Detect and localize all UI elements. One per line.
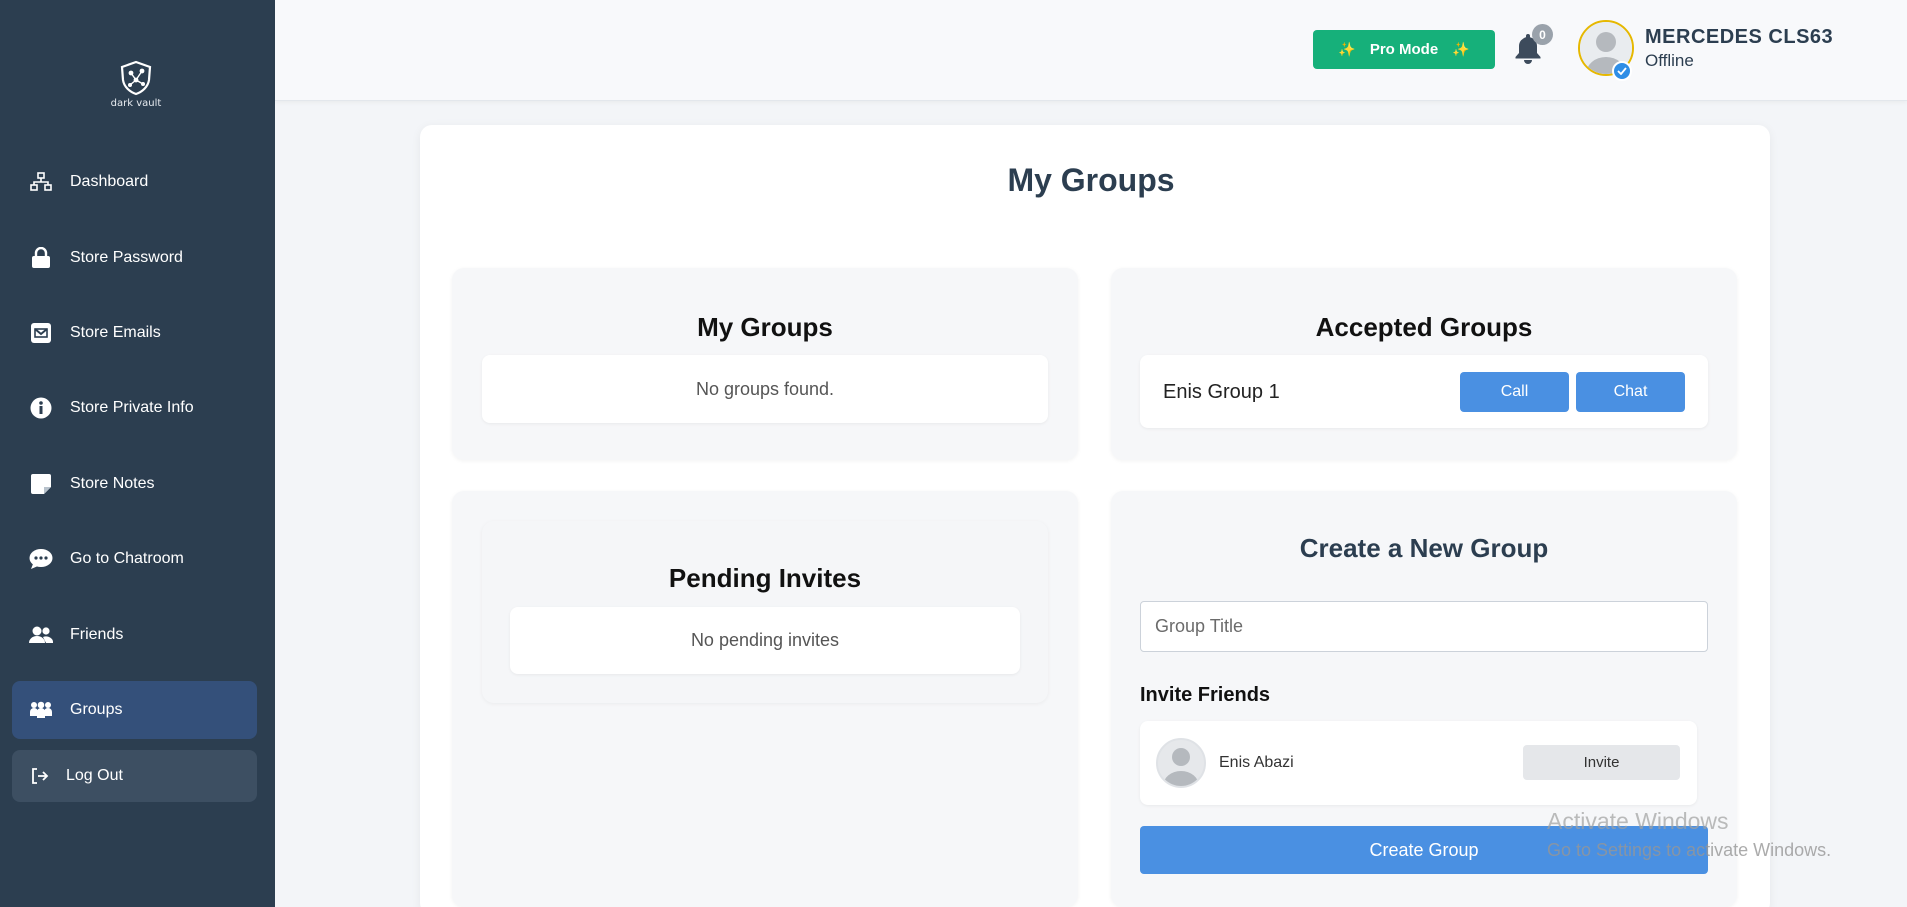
sidebar-item-go-to-chatroom[interactable]: Go to Chatroom [12,530,257,588]
sidebar-item-label: Friends [70,626,124,643]
page-title: My Groups [1007,162,1175,198]
pending-invites-box: Pending Invites No pending invites [482,521,1048,703]
sidebar-item-store-notes[interactable]: Store Notes [12,455,257,513]
info-circle-icon [29,396,53,420]
sidebar-item-label: Store Password [70,249,183,266]
sidebar-item-label: Store Private Info [70,399,194,416]
sidebar-item-groups[interactable]: Groups [12,681,257,739]
sidebar-item-label: Dashboard [70,173,149,190]
sidebar-item-label: Store Emails [70,324,161,341]
sidebar-item-label: Groups [70,701,123,718]
notification-count-badge: 0 [1532,24,1553,45]
activate-windows-watermark-title: Activate Windows [1547,808,1729,834]
logout-button[interactable]: Log Out [12,750,257,802]
accepted-groups-heading: Accepted Groups [1315,312,1533,342]
sitemap-icon [29,170,53,194]
groups-icon [29,698,53,722]
pending-invites-heading: Pending Invites [668,563,862,593]
brand-logo[interactable]: dark vault [104,60,168,109]
sidebar-item-dashboard[interactable]: Dashboard [12,153,257,211]
brand-name: dark vault [110,98,162,109]
pro-mode-button[interactable]: ✨ Pro Mode ✨ [1313,30,1495,69]
sidebar-item-store-private-info[interactable]: Store Private Info [12,379,257,437]
sign-out-icon [28,764,52,788]
chat-bubble-icon [29,547,53,571]
logout-label: Log Out [66,767,123,784]
pending-invites-empty-text: No pending invites [690,630,840,650]
verified-check-icon [1612,61,1632,81]
pro-mode-label: Pro Mode [1369,41,1439,58]
users-icon [29,623,53,647]
activate-windows-watermark-subtitle: Go to Settings to activate Windows. [1547,840,1832,860]
accepted-groups-panel: Accepted Groups Enis Group 1 Call Chat [1111,268,1737,460]
my-groups-list: No groups found. [482,355,1048,423]
friend-avatar [1156,738,1206,788]
sidebar-item-store-password[interactable]: Store Password [12,229,257,287]
chat-button[interactable]: Chat [1576,372,1685,412]
vault-shield-icon [120,60,152,96]
sparkle-icon: ✨ [1452,41,1470,57]
accepted-group-row: Enis Group 1 Call Chat [1140,355,1708,428]
my-groups-empty-text: No groups found. [695,378,835,399]
invite-friends-label: Invite Friends [1140,684,1271,706]
friend-name: Enis Abazi [1219,754,1294,771]
create-group-heading: Create a New Group [1299,533,1549,563]
sidebar: dark vault Dashboard Store Password Stor… [0,0,275,907]
friend-invite-row: Enis Abazi Invite [1140,721,1697,805]
envelope-icon [29,321,53,345]
sparkle-icon: ✨ [1338,41,1356,57]
sidebar-item-label: Store Notes [70,475,155,492]
pending-invites-panel: Pending Invites No pending invites [452,491,1078,907]
my-groups-panel: My Groups No groups found. [452,268,1078,460]
sticky-note-icon [29,472,53,496]
my-groups-heading: My Groups [697,312,833,342]
group-title-input[interactable] [1140,601,1708,652]
sidebar-item-store-emails[interactable]: Store Emails [12,304,257,362]
invite-button[interactable]: Invite [1523,745,1680,780]
user-name: MERCEDES CLS63 [1645,26,1834,48]
sidebar-item-friends[interactable]: Friends [12,606,257,664]
user-status: Offline [1645,51,1694,70]
lock-icon [29,246,53,270]
call-button[interactable]: Call [1460,372,1569,412]
accepted-group-name: Enis Group 1 [1163,381,1280,403]
sidebar-item-label: Go to Chatroom [70,550,184,567]
pending-invites-list: No pending invites [510,607,1020,674]
